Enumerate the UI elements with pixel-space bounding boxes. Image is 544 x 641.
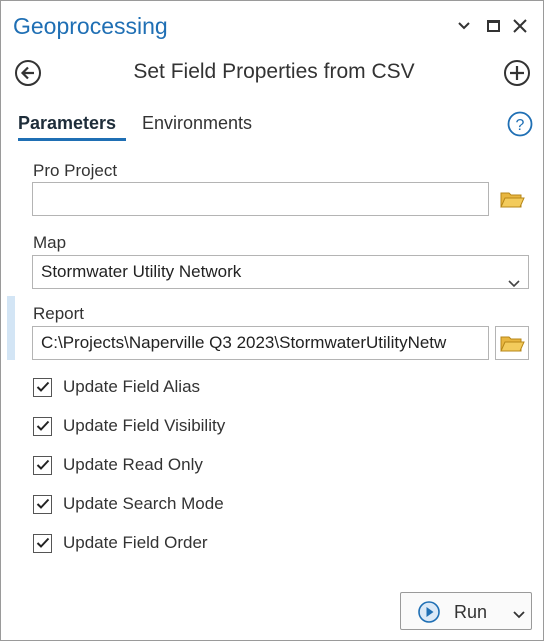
report-label: Report [33, 304, 85, 323]
checkmark-icon [33, 377, 52, 397]
chevron-down-icon[interactable] [513, 606, 525, 624]
folder-icon[interactable] [495, 326, 529, 360]
checkmark-icon [33, 494, 52, 514]
pro-project-label: Pro Project [33, 161, 118, 180]
tab-environments[interactable]: Environments [142, 113, 252, 134]
pane-titlebar: Geoprocessing [1, 1, 543, 53]
checkbox-label: Update Field Alias [63, 377, 201, 396]
checkbox-label: Update Read Only [63, 455, 203, 474]
checkmark-icon [33, 533, 52, 553]
svg-text:?: ? [516, 117, 525, 134]
checkbox-label: Update Field Visibility [63, 416, 226, 435]
report-input[interactable]: C:\Projects\Naperville Q3 2023\Stormwate… [32, 326, 489, 360]
pro-project-input[interactable] [32, 182, 489, 216]
chevron-down-icon [508, 267, 520, 299]
update-field-alias-checkbox[interactable]: Update Field Alias [33, 376, 200, 398]
add-circle-icon[interactable] [503, 59, 531, 87]
checkmark-icon [33, 455, 52, 475]
update-read-only-checkbox[interactable]: Update Read Only [33, 454, 203, 476]
back-arrow-icon[interactable] [14, 59, 42, 87]
checkbox-label: Update Search Mode [63, 494, 224, 513]
update-search-mode-checkbox[interactable]: Update Search Mode [33, 493, 224, 515]
checkmark-icon [33, 416, 52, 436]
geoprocessing-pane: Geoprocessing Set Field Properties from … [0, 0, 544, 641]
map-select-value: Stormwater Utility Network [41, 262, 242, 281]
tool-title: Set Field Properties from CSV [133, 60, 415, 83]
update-field-visibility-checkbox[interactable]: Update Field Visibility [33, 415, 225, 437]
folder-icon[interactable] [497, 184, 527, 214]
map-label: Map [33, 233, 67, 252]
map-select[interactable]: Stormwater Utility Network [32, 255, 529, 289]
active-tab-indicator [18, 138, 126, 141]
run-button[interactable]: Run [400, 592, 532, 630]
run-label: Run [454, 602, 488, 622]
update-field-order-checkbox[interactable]: Update Field Order [33, 532, 208, 554]
active-parameter-marker [7, 296, 15, 360]
pane-title: Geoprocessing [13, 13, 168, 39]
checkbox-label: Update Field Order [63, 533, 208, 552]
maximize-icon[interactable] [482, 15, 504, 37]
tab-parameters[interactable]: Parameters [18, 113, 116, 134]
close-icon[interactable] [509, 15, 531, 37]
chevron-down-icon[interactable] [453, 15, 475, 37]
help-icon[interactable]: ? [507, 111, 533, 137]
play-icon [418, 601, 440, 628]
